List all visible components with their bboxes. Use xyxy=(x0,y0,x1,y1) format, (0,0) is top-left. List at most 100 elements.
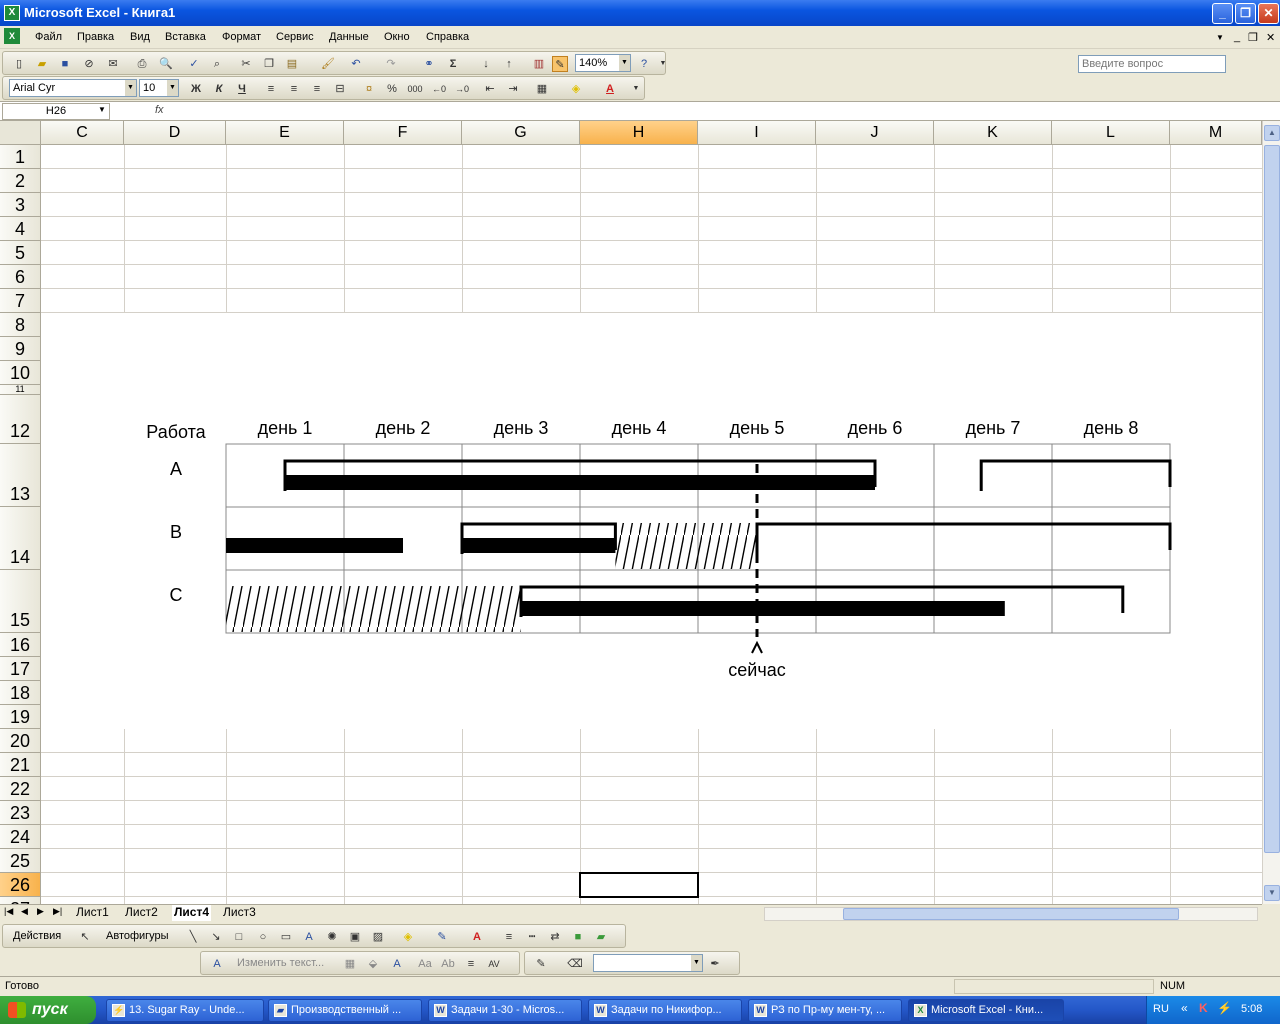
3d-icon[interactable]: ▰ xyxy=(593,929,609,945)
autosum-icon[interactable]: Σ xyxy=(445,56,461,72)
format-wordart-icon[interactable]: ⬙ xyxy=(365,956,381,972)
task-word-1[interactable]: W Задачи 1-30 - Micros... xyxy=(428,999,582,1022)
sort-ascending-icon[interactable]: ↓ xyxy=(478,56,494,72)
next-sheet-icon[interactable]: ▶ xyxy=(37,906,44,917)
minimize-button[interactable]: _ xyxy=(1212,3,1233,24)
vertical-scroll-thumb[interactable] xyxy=(1264,145,1280,853)
font-size-select[interactable]: 10 ▼ xyxy=(139,79,179,97)
doc-restore-icon[interactable]: ❐ xyxy=(1248,31,1258,44)
toolbar-options-icon[interactable]: ▼ xyxy=(655,56,671,72)
task-word-3[interactable]: W РЗ по Пр-му мен-ту, ... xyxy=(748,999,902,1022)
font-dropdown-icon[interactable]: ▼ xyxy=(125,80,136,96)
line-tool-icon[interactable]: ╲ xyxy=(185,929,201,945)
menu-insert[interactable]: Вставка xyxy=(165,31,206,43)
italic-button[interactable]: К xyxy=(211,81,227,97)
task-sugar-ray[interactable]: ⚡ 13. Sugar Ray - Unde... xyxy=(106,999,264,1022)
task-word-2[interactable]: W Задачи по Никифор... xyxy=(588,999,742,1022)
bold-button[interactable]: Ж xyxy=(188,81,204,97)
arrow-tool-icon[interactable]: ↘ xyxy=(208,929,224,945)
prev-sheet-icon[interactable]: ◀ xyxy=(21,906,28,917)
tray-arrow-icon[interactable]: « xyxy=(1181,1001,1188,1015)
doc-close-icon[interactable]: ✕ xyxy=(1266,31,1275,44)
increase-indent-icon[interactable]: ⇥ xyxy=(505,81,521,97)
menu-window[interactable]: Окно xyxy=(384,31,410,43)
print-icon[interactable]: ⎙ xyxy=(134,56,150,72)
font-size-dropdown-icon[interactable]: ▼ xyxy=(167,80,178,96)
draw-font-color-icon[interactable]: A xyxy=(469,929,485,945)
open-icon[interactable]: ▰ xyxy=(34,56,50,72)
merge-center-icon[interactable]: ⊟ xyxy=(332,81,348,97)
vertical-scrollbar[interactable]: ▲ ▼ xyxy=(1262,121,1280,904)
clipart-icon[interactable]: ▣ xyxy=(347,929,363,945)
autoshapes-menu[interactable]: Автофигуры xyxy=(106,930,169,942)
shadow-icon[interactable]: ■ xyxy=(570,929,586,945)
workbook-icon[interactable]: X xyxy=(4,28,20,44)
cut-icon[interactable]: ✂ xyxy=(238,56,254,72)
draw-actions-menu[interactable]: Действия xyxy=(13,930,61,942)
align-left-icon[interactable]: ≡ xyxy=(263,81,279,97)
copy-icon[interactable]: ❐ xyxy=(261,56,277,72)
zoom-select[interactable]: 140% ▼ xyxy=(575,54,631,72)
same-height-icon[interactable]: Aa xyxy=(417,956,433,972)
chart-wizard-icon[interactable]: ▥ xyxy=(531,56,547,72)
undo-icon[interactable]: ↶ xyxy=(348,56,364,72)
winamp-tray-icon[interactable]: ⚡ xyxy=(1217,1001,1232,1015)
select-objects-icon[interactable]: ↖ xyxy=(77,929,93,945)
menu-file[interactable]: Файл xyxy=(35,31,62,43)
arrow-style-icon[interactable]: ⇄ xyxy=(547,929,563,945)
worksheet-grid[interactable]: CDEFGHIJKLM 1 2 3 4 5 6 7 8 9 10 11 12 13 14 15 16 17 18 1… xyxy=(0,121,1262,904)
close-button[interactable]: ✕ xyxy=(1258,3,1279,24)
paste-icon[interactable]: ▤ xyxy=(284,56,300,72)
ink-annotation-icon[interactable]: ✎ xyxy=(533,956,549,972)
eraser-icon[interactable]: ⌫ xyxy=(567,956,583,972)
help-icon[interactable]: ? xyxy=(636,56,652,72)
research-icon[interactable]: ⌕ xyxy=(209,56,225,72)
increase-decimal-icon[interactable]: ←0 xyxy=(431,81,447,97)
maximize-button[interactable]: ❐ xyxy=(1235,3,1256,24)
first-sheet-icon[interactable]: |◀ xyxy=(4,906,13,917)
vertical-text-icon[interactable]: Ab xyxy=(440,956,456,972)
start-button[interactable]: пуск xyxy=(0,996,96,1024)
sort-descending-icon[interactable]: ↑ xyxy=(501,56,517,72)
doc-minimize-icon[interactable]: _ xyxy=(1234,31,1240,43)
comma-style-button[interactable]: 000 xyxy=(407,81,423,97)
insert-function-button[interactable]: fx xyxy=(155,104,164,116)
percent-button[interactable]: % xyxy=(384,81,400,97)
insert-wordart-icon[interactable]: A xyxy=(209,956,225,972)
redo-icon[interactable]: ↷ xyxy=(383,56,399,72)
sheet-tab-2[interactable]: Лист2 xyxy=(125,905,158,921)
menu-edit[interactable]: Правка xyxy=(77,31,114,43)
diagram-icon[interactable]: ✺ xyxy=(324,929,340,945)
name-box[interactable]: H26 xyxy=(2,103,110,120)
decrease-decimal-icon[interactable]: →0 xyxy=(454,81,470,97)
pen-icon[interactable]: ✒ xyxy=(707,956,723,972)
pen-color-select[interactable]: ▼ xyxy=(593,954,703,972)
wordart-icon[interactable]: A xyxy=(301,929,317,945)
decrease-indent-icon[interactable]: ⇤ xyxy=(482,81,498,97)
align-center-icon[interactable]: ≡ xyxy=(286,81,302,97)
scroll-down-icon[interactable]: ▼ xyxy=(1264,885,1280,901)
borders-icon[interactable]: ▦ xyxy=(534,81,550,97)
permission-icon[interactable]: ⊘ xyxy=(81,56,97,72)
zoom-dropdown-icon[interactable]: ▼ xyxy=(619,55,630,71)
format-options-icon[interactable]: ▼ xyxy=(628,81,644,97)
active-cell[interactable] xyxy=(579,872,699,898)
line-style-icon[interactable]: ≡ xyxy=(501,929,517,945)
task-excel[interactable]: X Microsoft Excel - Кни... xyxy=(908,999,1064,1022)
fill-color-icon[interactable]: ◈ xyxy=(568,81,584,97)
edit-text-button[interactable]: Изменить текст... xyxy=(237,957,324,969)
underline-button[interactable]: Ч xyxy=(234,81,250,97)
draw-fill-color-icon[interactable]: ◈ xyxy=(400,929,416,945)
excel-app-icon[interactable]: X xyxy=(4,5,20,21)
horizontal-scroll-thumb[interactable] xyxy=(843,908,1179,920)
task-folder[interactable]: ▰ Производственный ... xyxy=(268,999,422,1022)
new-icon[interactable]: ▯ xyxy=(11,56,27,72)
gantt-chart[interactable]: Работа день 1 день 2 день 3 день 4 день 5 день… xyxy=(0,121,1262,904)
wordart-align-icon[interactable]: ≡ xyxy=(463,956,479,972)
horizontal-scrollbar[interactable] xyxy=(764,907,1258,921)
currency-icon[interactable]: ¤ xyxy=(361,81,377,97)
last-sheet-icon[interactable]: ▶| xyxy=(53,906,62,917)
picture-icon[interactable]: ▨ xyxy=(370,929,386,945)
wordart-gallery-icon[interactable]: ▦ xyxy=(342,956,358,972)
rectangle-tool-icon[interactable]: □ xyxy=(231,929,247,945)
